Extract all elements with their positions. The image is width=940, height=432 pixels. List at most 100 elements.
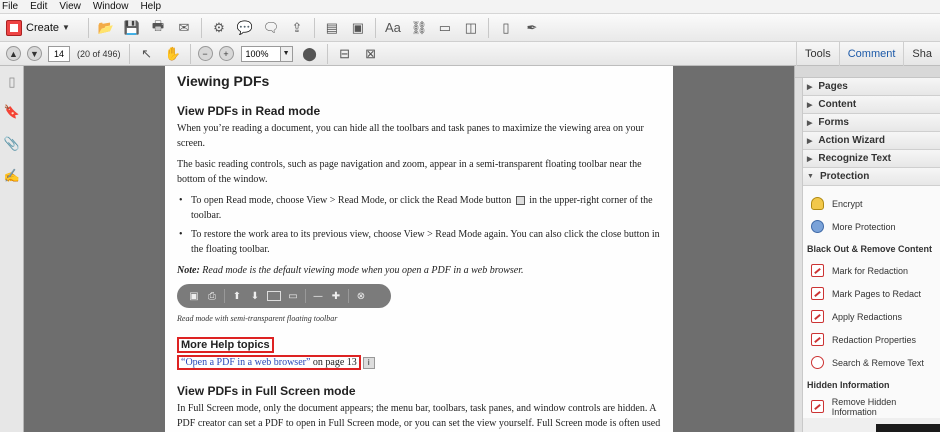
text-icon[interactable]: Aa	[384, 19, 402, 37]
save-icon[interactable]: 💾	[123, 19, 141, 37]
help-topics-title: More Help topics	[181, 339, 270, 351]
figure-caption: Read mode with semi-transparent floating…	[177, 314, 338, 323]
help-topics-box: More Help topics	[177, 337, 274, 353]
next-page-button[interactable]: ▼	[27, 46, 42, 61]
toolbar-divider	[326, 43, 328, 64]
stamp-icon[interactable]: 🗨	[262, 19, 280, 37]
toolbar-divider	[487, 17, 489, 38]
pane-header-strip	[795, 66, 940, 78]
section-pages[interactable]: ▶ Pages	[803, 78, 940, 96]
chevron-right-icon: ▶	[807, 155, 813, 163]
arrow-down-icon: ⬇	[250, 290, 260, 302]
bookmarks-icon[interactable]: 🔖	[4, 104, 20, 120]
document-viewport[interactable]: Viewing PDFs View PDFs in Read mode When…	[24, 66, 794, 432]
tab-comment[interactable]: Comment	[838, 42, 904, 66]
menu-edit[interactable]: Edit	[30, 1, 47, 12]
page-thumbnails-icon[interactable]: ▯	[4, 74, 20, 90]
chevron-right-icon: ▶	[807, 101, 813, 109]
section-content[interactable]: ▶ Content	[803, 96, 940, 114]
export-icon[interactable]: ▣	[349, 19, 367, 37]
menu-view[interactable]: View	[59, 1, 81, 12]
sign-icon[interactable]: ✒	[523, 19, 541, 37]
protection-panel: Encrypt More Protection Black Out & Remo…	[803, 186, 940, 418]
section-protection[interactable]: ▼ Protection	[803, 168, 940, 186]
select-cursor-icon[interactable]: ↖	[138, 45, 156, 63]
toolbar-divider	[189, 43, 191, 64]
link-icon[interactable]: ⛓	[410, 19, 428, 37]
floating-toolbar-image: ▣ ⎙ ⬆ ⬇ ▭ — ✚ ⊗	[177, 284, 391, 308]
menu-window[interactable]: Window	[93, 1, 129, 12]
print-icon: ⎙	[208, 290, 216, 302]
tool-mark-for-redaction[interactable]: Mark for Redaction	[803, 259, 940, 282]
fit-page-icon[interactable]: ⊟	[336, 45, 354, 63]
section-forms[interactable]: ▶ Forms	[803, 114, 940, 132]
tools-pane: ▶ Pages ▶ Content ▶ Forms ▶ Action Wizard ▶ R…	[794, 66, 940, 432]
signatures-icon[interactable]: ✍	[4, 168, 20, 184]
list-item: To restore the work area to its previous…	[177, 227, 663, 257]
tool-mark-pages-to-redact[interactable]: Mark Pages to Redact	[803, 282, 940, 305]
tool-label: Mark for Redaction	[832, 265, 909, 276]
section-title-read-mode: View PDFs in Read mode	[177, 104, 321, 118]
video-overlay-corner	[876, 424, 940, 432]
tool-label: Encrypt	[832, 198, 863, 209]
tab-share[interactable]: Sha	[903, 42, 940, 66]
tool-label: Remove Hidden Information	[831, 396, 897, 417]
create-button[interactable]: Create ▼	[4, 18, 76, 38]
group-header: Black Out & Remove Content	[807, 244, 933, 254]
pane-scrollbar[interactable]	[795, 78, 803, 432]
email-icon[interactable]: ✉	[175, 19, 193, 37]
section-action-wizard[interactable]: ▶ Action Wizard	[803, 132, 940, 150]
page-number-input[interactable]	[48, 45, 70, 62]
section-recognize-text[interactable]: ▶ Recognize Text	[803, 150, 940, 168]
tool-remove-hidden-info[interactable]: Remove Hidden Information	[803, 395, 940, 418]
menu-file[interactable]: File	[2, 1, 18, 12]
tool-redaction-properties[interactable]: Redaction Properties	[803, 328, 940, 351]
paragraph: The basic reading controls, such as page…	[177, 159, 642, 185]
tool-search-remove-text[interactable]: Search & Remove Text	[803, 351, 940, 374]
page-box-icon	[267, 291, 281, 301]
search-icon	[811, 356, 824, 369]
previous-page-button[interactable]: ▲	[6, 46, 21, 61]
tab-tools[interactable]: Tools	[796, 42, 839, 66]
section-label: Protection	[819, 171, 870, 182]
open-folder-icon[interactable]: 📂	[97, 19, 115, 37]
chevron-right-icon: ▶	[807, 137, 813, 145]
comment-icon[interactable]: 💬	[236, 19, 254, 37]
section-label: Action Wizard	[818, 135, 885, 146]
zoom-input[interactable]	[240, 45, 281, 62]
close-icon: ⊗	[356, 290, 366, 302]
create-label: Create	[26, 21, 60, 34]
zoom-dropdown-icon[interactable]: ▼	[280, 45, 293, 62]
fit-width-icon[interactable]: ⊠	[362, 45, 380, 63]
bullet-text: To open Read mode, choose View > Read Mo…	[191, 195, 512, 206]
tool-encrypt[interactable]: Encrypt	[803, 192, 940, 215]
combine-icon[interactable]: ▤	[323, 19, 341, 37]
page-count: (20 of 496)	[77, 48, 121, 59]
navigation-toolbar: ▲ ▼ (20 of 496) ↖ ✋ − + ▼ ⬤ ⊟ ⊠ Tools Co…	[0, 42, 940, 66]
settings-icon[interactable]: ⚙	[210, 19, 228, 37]
zoom-in-button[interactable]: +	[218, 46, 234, 61]
toolbar-divider	[374, 17, 376, 38]
form-icon[interactable]: ▭	[436, 19, 454, 37]
menu-bar: File Edit View Window Help	[0, 0, 940, 14]
zoom-out-button[interactable]: −	[197, 46, 213, 61]
attachments-icon[interactable]: 📎	[4, 136, 20, 152]
remove-hidden-icon	[811, 400, 824, 413]
help-topic-link[interactable]: “Open a PDF in a web browser” on page 13	[177, 355, 361, 370]
chevron-down-icon: ▼	[807, 173, 814, 180]
menu-help[interactable]: Help	[140, 1, 161, 12]
tool-more-protection[interactable]: More Protection	[803, 215, 940, 238]
hand-tool-icon[interactable]: ✋	[164, 45, 182, 63]
apply-redaction-icon	[811, 310, 824, 323]
tool-apply-redactions[interactable]: Apply Redactions	[803, 305, 940, 328]
section-label: Content	[818, 99, 857, 110]
view-icon[interactable]: ◫	[462, 19, 480, 37]
print-icon[interactable]: 🖶	[149, 18, 167, 37]
stamp-tool-icon[interactable]: ⬤	[301, 45, 319, 63]
toolbar-divider	[200, 17, 202, 38]
lock-icon	[811, 197, 824, 210]
share-icon[interactable]: ⇪	[288, 19, 306, 37]
chevron-right-icon: ▶	[807, 83, 813, 91]
info-icon: i	[362, 356, 375, 369]
read-mode-icon[interactable]: ▯	[497, 19, 515, 37]
